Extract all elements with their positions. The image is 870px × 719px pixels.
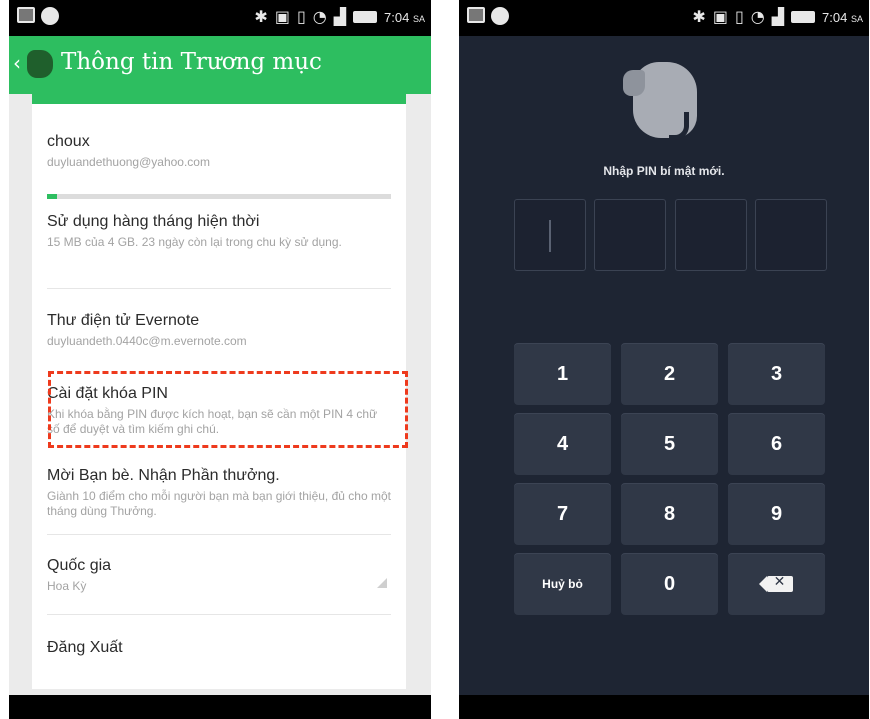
- evernote-email-value: duyluandeth.0440c@m.evernote.com: [47, 334, 247, 348]
- invite-friends-row[interactable]: Mời Bạn bè. Nhận Phần thưởng. Giành 10 đ…: [47, 466, 391, 519]
- pin-digit-3[interactable]: [675, 199, 747, 271]
- dropdown-corner-icon: [377, 578, 387, 588]
- logout-label: Đăng Xuất: [47, 639, 123, 656]
- key-1[interactable]: 1: [514, 343, 611, 405]
- page-title: Thông tin Trương mục: [61, 49, 322, 75]
- wifi-icon: ◔: [312, 7, 327, 26]
- usage-row: Sử dụng hàng tháng hiện thời 15 MB của 4…: [47, 212, 391, 250]
- backspace-icon: ✕: [758, 574, 793, 592]
- clock: 7:04 SA: [384, 9, 425, 25]
- pin-entry-screen: ✱ ▣ ▯ ◔ ▟ 7:04 SA Nhập PIN bí mật mới. 1…: [459, 0, 869, 719]
- usage-title: Sử dụng hàng tháng hiện thời: [47, 213, 260, 230]
- app-bar: ‹ Thông tin Trương mục: [9, 36, 431, 94]
- status-bar: ✱ ▣ ▯ ◔ ▟ 7:04 SA: [9, 0, 431, 36]
- delete-button[interactable]: ✕: [728, 553, 825, 615]
- logout-button[interactable]: Đăng Xuất: [47, 638, 391, 658]
- country-value: Hoa Kỳ: [47, 579, 87, 593]
- key-9[interactable]: 9: [728, 483, 825, 545]
- pin-setting-highlight: [48, 371, 408, 448]
- clock: 7:04 SA: [822, 9, 863, 25]
- text-cursor: [549, 220, 551, 252]
- signal-icon: ▟: [771, 7, 785, 26]
- signal-icon: ▟: [333, 7, 347, 26]
- key-8[interactable]: 8: [621, 483, 718, 545]
- nfc-icon: ▣: [712, 7, 728, 26]
- key-0[interactable]: 0: [621, 553, 718, 615]
- battery-icon: [353, 11, 378, 23]
- divider: [47, 288, 391, 289]
- bluetooth-icon: ✱: [254, 7, 268, 26]
- usage-progress-fill: [47, 194, 58, 199]
- key-3[interactable]: 3: [728, 343, 825, 405]
- wifi-icon: ◔: [750, 7, 765, 26]
- pin-digit-4[interactable]: [755, 199, 827, 271]
- gallery-icon: [17, 7, 35, 23]
- pin-digit-1[interactable]: [514, 199, 586, 271]
- messenger-icon: [41, 7, 59, 25]
- cancel-button[interactable]: Huỷ bỏ: [514, 553, 611, 615]
- divider: [47, 614, 391, 615]
- account-info-screen: ✱ ▣ ▯ ◔ ▟ 7:04 SA ‹ Thông tin Trương mục…: [9, 0, 431, 719]
- divider: [47, 534, 391, 535]
- navigation-bar: [459, 695, 869, 719]
- account-row[interactable]: choux duyluandethuong@yahoo.com: [47, 132, 391, 170]
- back-icon[interactable]: ‹: [13, 51, 21, 75]
- key-7[interactable]: 7: [514, 483, 611, 545]
- account-email: duyluandethuong@yahoo.com: [47, 155, 210, 169]
- messenger-icon: [491, 7, 509, 25]
- navigation-bar: [9, 695, 431, 719]
- evernote-logo-icon[interactable]: [27, 50, 53, 78]
- invite-title: Mời Bạn bè. Nhận Phần thưởng.: [47, 467, 280, 484]
- country-title: Quốc gia: [47, 557, 112, 574]
- key-2[interactable]: 2: [621, 343, 718, 405]
- username: choux: [47, 133, 90, 150]
- gallery-icon: [467, 7, 485, 23]
- battery-icon: [791, 11, 816, 23]
- key-4[interactable]: 4: [514, 413, 611, 475]
- status-bar: ✱ ▣ ▯ ◔ ▟ 7:04 SA: [459, 0, 869, 36]
- invite-description: Giành 10 điểm cho mỗi người bạn mà bạn g…: [47, 489, 391, 518]
- bluetooth-icon: ✱: [692, 7, 706, 26]
- nfc-icon: ▣: [274, 7, 290, 26]
- vibrate-icon: ▯: [734, 7, 744, 26]
- usage-progress-bar: [47, 194, 391, 199]
- card-accent: [32, 94, 406, 104]
- evernote-email-row[interactable]: Thư điện tử Evernote duyluandeth.0440c@m…: [47, 311, 391, 349]
- evernote-elephant-icon: [623, 62, 697, 140]
- key-5[interactable]: 5: [621, 413, 718, 475]
- pin-digit-2[interactable]: [594, 199, 666, 271]
- usage-description: 15 MB của 4 GB. 23 ngày còn lại trong ch…: [47, 235, 342, 249]
- key-6[interactable]: 6: [728, 413, 825, 475]
- country-select[interactable]: Quốc gia Hoa Kỳ: [47, 556, 391, 594]
- evernote-email-title: Thư điện tử Evernote: [47, 312, 200, 329]
- pin-prompt: Nhập PIN bí mật mới.: [603, 164, 725, 178]
- vibrate-icon: ▯: [296, 7, 306, 26]
